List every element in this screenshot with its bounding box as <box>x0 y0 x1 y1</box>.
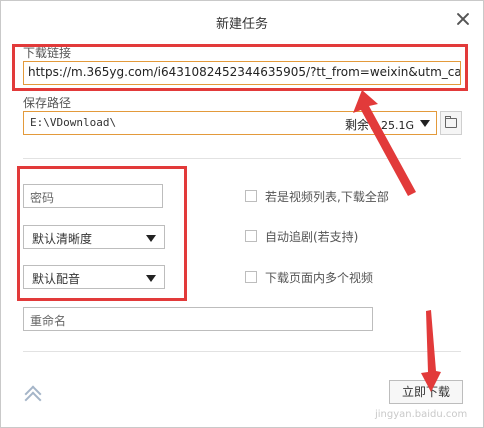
save-path-value: E:\VDownload\ <box>30 116 117 129</box>
browse-folder-button[interactable] <box>440 111 462 135</box>
watermark: jingyan.baidu.com <box>375 409 468 420</box>
dropdown-arrow-icon <box>146 275 156 282</box>
free-space-label: 剩余： <box>344 118 381 132</box>
free-space-value: 25.1G <box>380 119 414 132</box>
quality-selected-value: 默认清晰度 <box>32 232 93 246</box>
new-task-dialog: 新建任务 下载链接 https://m.365yg.com/i643108245… <box>0 0 484 428</box>
password-input[interactable]: 密码 <box>23 184 163 208</box>
save-path-label: 保存路径 <box>23 96 72 110</box>
checkbox-multi-video[interactable] <box>245 271 257 283</box>
checkbox-auto-follow[interactable] <box>245 230 257 242</box>
checkbox-download-all[interactable] <box>245 190 257 202</box>
save-path-select[interactable]: E:\VDownload\ 剩余：25.1G <box>23 111 437 135</box>
option-download-all-label[interactable]: 若是视频列表,下载全部 <box>265 188 389 205</box>
download-link-label: 下载链接 <box>23 46 72 60</box>
download-link-input[interactable]: https://m.365yg.com/i6431082452344635905… <box>23 61 461 85</box>
audio-select[interactable]: 默认配音 <box>23 265 165 289</box>
audio-selected-value: 默认配音 <box>32 272 81 286</box>
option-auto-follow-label[interactable]: 自动追剧(若支持) <box>265 228 358 245</box>
folder-icon <box>445 118 457 128</box>
free-space: 剩余：25.1G <box>345 116 414 133</box>
download-now-button[interactable]: 立即下载 <box>389 380 463 404</box>
divider-bottom <box>23 351 461 352</box>
divider-top <box>23 158 461 159</box>
dialog-title: 新建任务 <box>215 17 268 32</box>
dropdown-arrow-icon <box>146 235 156 242</box>
quality-select[interactable]: 默认清晰度 <box>23 225 165 249</box>
rename-input[interactable]: 重命名 <box>23 307 373 331</box>
title-bar: 新建任务 <box>1 1 483 41</box>
dropdown-arrow-icon[interactable] <box>420 120 430 127</box>
option-multi-video-label[interactable]: 下载页面内多个视频 <box>265 269 373 286</box>
close-icon[interactable] <box>455 11 471 27</box>
